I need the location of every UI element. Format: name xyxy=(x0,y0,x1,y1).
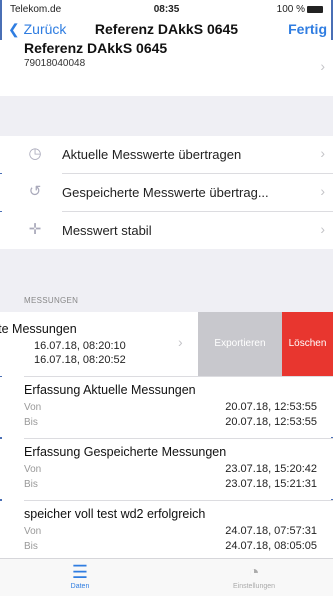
device-name: Referenz DAkkS 0645 xyxy=(24,40,168,56)
measurement-row[interactable]: Erfassung Aktuelle Messungen Von 20.07.1… xyxy=(0,377,333,437)
action-label: Gespeicherte Messwerte übertrag... xyxy=(62,185,269,200)
measurement-from: 23.07.18, 15:20:42 xyxy=(225,463,317,475)
measurement-title: rte Messungen xyxy=(0,322,77,336)
crosshair-icon: ✛ xyxy=(28,221,42,238)
device-serial: 79018040048 xyxy=(24,58,86,69)
to-label: Bis xyxy=(24,541,38,552)
list-icon: ☰ xyxy=(71,562,89,582)
chevron-right-icon: › xyxy=(320,183,325,199)
measurement-row-swiped[interactable]: rte Messungen 16.07.18, 08:20:10 16.07.1… xyxy=(0,312,333,376)
measurement-from: 16.07.18, 08:20:10 xyxy=(34,340,126,352)
measurement-row[interactable]: speicher voll test wd2 erfolgreich Von 2… xyxy=(0,501,333,558)
from-label: Von xyxy=(24,402,42,413)
navigation-bar: ❮ Zurück Referenz DAkkS 0645 Fertig xyxy=(0,18,333,42)
measurement-to: 24.07.18, 08:05:05 xyxy=(225,540,317,552)
action-transfer-current[interactable]: ◷ Aktuelle Messwerte übertragen › xyxy=(0,136,333,173)
gauge-icon: ◔ xyxy=(248,562,260,582)
tab-label: Daten xyxy=(70,583,90,590)
nav-title: Referenz DAkkS 0645 xyxy=(94,21,239,37)
measurement-to: 23.07.18, 15:21:31 xyxy=(225,478,317,490)
battery-indicator: 100 % xyxy=(277,4,323,15)
history-icon: ↺ xyxy=(28,183,42,200)
done-button[interactable]: Fertig xyxy=(288,21,327,37)
tab-daten[interactable]: ☰ Daten xyxy=(40,562,120,590)
battery-label: 100 % xyxy=(276,4,305,15)
to-label: Bis xyxy=(24,417,38,428)
measurement-title: Erfassung Aktuelle Messungen xyxy=(24,383,196,397)
chevron-right-icon: › xyxy=(320,145,325,161)
status-bar: Telekom.de 08:35 100 % xyxy=(0,0,333,18)
measurement-row[interactable]: Erfassung Gespeicherte Messungen Von 23.… xyxy=(0,439,333,499)
to-label: Bis xyxy=(24,479,38,490)
measurement-to: 20.07.18, 12:53:55 xyxy=(225,416,317,428)
action-label: Messwert stabil xyxy=(62,223,152,238)
device-header[interactable]: Referenz DAkkS 0645 79018040048 › xyxy=(0,40,333,96)
measurement-to: 16.07.18, 08:20:52 xyxy=(34,354,126,366)
clock-icon: ◷ xyxy=(28,145,42,162)
section-spacer xyxy=(0,96,333,136)
export-button[interactable]: Exportieren xyxy=(198,312,282,376)
action-value-stable[interactable]: ✛ Messwert stabil › xyxy=(0,212,333,249)
measurement-title: speicher voll test wd2 erfolgreich xyxy=(24,507,206,521)
tab-label: Einstellungen xyxy=(232,583,276,590)
measurement-from: 24.07.18, 07:57:31 xyxy=(225,525,317,537)
action-label: Aktuelle Messwerte übertragen xyxy=(62,147,242,162)
delete-button[interactable]: Löschen xyxy=(282,312,333,376)
action-transfer-saved[interactable]: ↺ Gespeicherte Messwerte übertrag... › xyxy=(0,174,333,211)
measurement-from: 20.07.18, 12:53:55 xyxy=(225,401,317,413)
battery-icon xyxy=(307,5,323,13)
from-label: Von xyxy=(24,526,42,537)
chevron-right-icon: › xyxy=(320,221,325,237)
measurement-title: Erfassung Gespeicherte Messungen xyxy=(24,445,227,459)
chevron-right-icon: › xyxy=(320,58,325,74)
tab-bar: ☰ Daten ◔ Einstellungen xyxy=(0,558,333,596)
section-title: MESSUNGEN xyxy=(24,296,79,305)
chevron-right-icon: › xyxy=(178,334,183,350)
from-label: Von xyxy=(24,464,42,475)
tab-einstellungen[interactable]: ◔ Einstellungen xyxy=(214,562,294,590)
